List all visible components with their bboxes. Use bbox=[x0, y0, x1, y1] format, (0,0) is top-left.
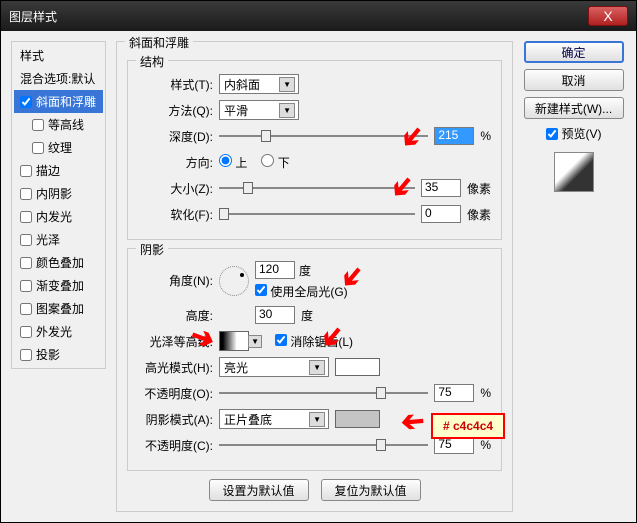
highlight-mode-label: 高光模式(H): bbox=[138, 359, 213, 376]
sidebar-item-drop-shadow[interactable]: 投影 bbox=[14, 343, 103, 366]
pct-unit: % bbox=[480, 386, 491, 400]
depth-slider[interactable] bbox=[219, 127, 428, 145]
satin-checkbox[interactable] bbox=[20, 234, 32, 246]
altitude-label: 高度: bbox=[138, 307, 213, 324]
highlight-color-swatch[interactable] bbox=[335, 358, 380, 376]
highlight-opacity-slider[interactable] bbox=[219, 384, 428, 402]
drop-shadow-checkbox[interactable] bbox=[20, 349, 32, 361]
direction-label: 方向: bbox=[138, 154, 213, 171]
sidebar-item-bevel[interactable]: 斜面和浮雕 bbox=[14, 90, 103, 113]
gloss-contour-label: 光泽等高线: bbox=[138, 333, 213, 350]
texture-label: 纹理 bbox=[48, 139, 72, 156]
sidebar-item-texture[interactable]: 纹理 bbox=[14, 136, 103, 159]
style-label: 样式(T): bbox=[138, 76, 213, 93]
ok-button[interactable]: 确定 bbox=[524, 41, 624, 63]
dir-down-radio[interactable]: 下 bbox=[261, 154, 289, 171]
contour-label: 等高线 bbox=[48, 116, 84, 133]
sidebar-item-pattern-overlay[interactable]: 图案叠加 bbox=[14, 297, 103, 320]
bevel-checkbox[interactable] bbox=[20, 96, 32, 108]
new-style-button[interactable]: 新建样式(W)... bbox=[524, 97, 624, 119]
texture-checkbox[interactable] bbox=[32, 142, 44, 154]
grad-overlay-checkbox[interactable] bbox=[20, 280, 32, 292]
sidebar-styles-header: 样式 bbox=[14, 44, 103, 67]
stroke-checkbox[interactable] bbox=[20, 165, 32, 177]
sidebar-item-stroke[interactable]: 描边 bbox=[14, 159, 103, 182]
sidebar-item-gradient-overlay[interactable]: 渐变叠加 bbox=[14, 274, 103, 297]
shading-group-title: 阴影 bbox=[136, 241, 168, 258]
inner-shadow-checkbox[interactable] bbox=[20, 188, 32, 200]
altitude-input[interactable]: 30 bbox=[255, 306, 295, 324]
method-combo[interactable]: 平滑 bbox=[219, 100, 299, 120]
sidebar-item-outer-glow[interactable]: 外发光 bbox=[14, 320, 103, 343]
sidebar-item-inner-glow[interactable]: 内发光 bbox=[14, 205, 103, 228]
size-slider[interactable] bbox=[219, 179, 415, 197]
pct-unit-2: % bbox=[480, 438, 491, 452]
antialias-checkbox[interactable]: 消除锯齿(L) bbox=[275, 333, 353, 350]
highlight-opacity-label: 不透明度(O): bbox=[138, 385, 213, 402]
depth-input[interactable]: 215 bbox=[434, 127, 474, 145]
soften-label: 软化(F): bbox=[138, 206, 213, 223]
size-input[interactable]: 35 bbox=[421, 179, 461, 197]
depth-label: 深度(D): bbox=[138, 128, 213, 145]
sidebar-item-inner-shadow[interactable]: 内阴影 bbox=[14, 182, 103, 205]
depth-unit: % bbox=[480, 129, 491, 143]
inner-glow-checkbox[interactable] bbox=[20, 211, 32, 223]
contour-checkbox[interactable] bbox=[32, 119, 44, 131]
sidebar-item-blend[interactable]: 混合选项:默认 bbox=[14, 67, 103, 90]
soften-input[interactable]: 0 bbox=[421, 205, 461, 223]
angle-dial[interactable] bbox=[219, 266, 249, 296]
angle-label: 角度(N): bbox=[138, 272, 213, 289]
preview-swatch bbox=[554, 152, 594, 192]
highlight-mode-combo[interactable]: 亮光 bbox=[219, 357, 329, 377]
sidebar-item-contour[interactable]: 等高线 bbox=[14, 113, 103, 136]
color-hex-annotation: # c4c4c4 bbox=[431, 413, 505, 439]
cancel-button[interactable]: 取消 bbox=[524, 69, 624, 91]
angle-unit: 度 bbox=[299, 262, 311, 279]
gloss-contour-picker[interactable] bbox=[219, 331, 249, 351]
global-light-checkbox[interactable]: 使用全局光(G) bbox=[255, 283, 348, 300]
sidebar-item-satin[interactable]: 光泽 bbox=[14, 228, 103, 251]
method-label: 方法(Q): bbox=[138, 102, 213, 119]
altitude-unit: 度 bbox=[301, 307, 313, 324]
color-overlay-checkbox[interactable] bbox=[20, 257, 32, 269]
pat-overlay-checkbox[interactable] bbox=[20, 303, 32, 315]
preview-checkbox[interactable]: 预览(V) bbox=[546, 125, 602, 142]
close-button[interactable]: X bbox=[588, 6, 628, 26]
dir-up-radio[interactable]: 上 bbox=[219, 154, 247, 171]
shadow-opacity-label: 不透明度(C): bbox=[138, 437, 213, 454]
style-combo[interactable]: 内斜面 bbox=[219, 74, 299, 94]
size-label: 大小(Z): bbox=[138, 180, 213, 197]
bevel-label: 斜面和浮雕 bbox=[36, 93, 96, 110]
structure-group-title: 结构 bbox=[136, 53, 168, 70]
soften-unit: 像素 bbox=[467, 206, 491, 223]
sidebar-item-color-overlay[interactable]: 颜色叠加 bbox=[14, 251, 103, 274]
size-unit: 像素 bbox=[467, 180, 491, 197]
shadow-opacity-slider[interactable] bbox=[219, 436, 428, 454]
section-title: 斜面和浮雕 bbox=[125, 34, 193, 51]
shadow-mode-combo[interactable]: 正片叠底 bbox=[219, 409, 329, 429]
highlight-opacity-input[interactable]: 75 bbox=[434, 384, 474, 402]
window-title: 图层样式 bbox=[9, 8, 588, 25]
angle-input[interactable]: 120 bbox=[255, 261, 295, 279]
make-default-button[interactable]: 设置为默认值 bbox=[209, 479, 309, 501]
reset-default-button[interactable]: 复位为默认值 bbox=[321, 479, 421, 501]
shadow-color-swatch[interactable] bbox=[335, 410, 380, 428]
outer-glow-checkbox[interactable] bbox=[20, 326, 32, 338]
soften-slider[interactable] bbox=[219, 205, 415, 223]
shadow-mode-label: 阴影模式(A): bbox=[138, 411, 213, 428]
